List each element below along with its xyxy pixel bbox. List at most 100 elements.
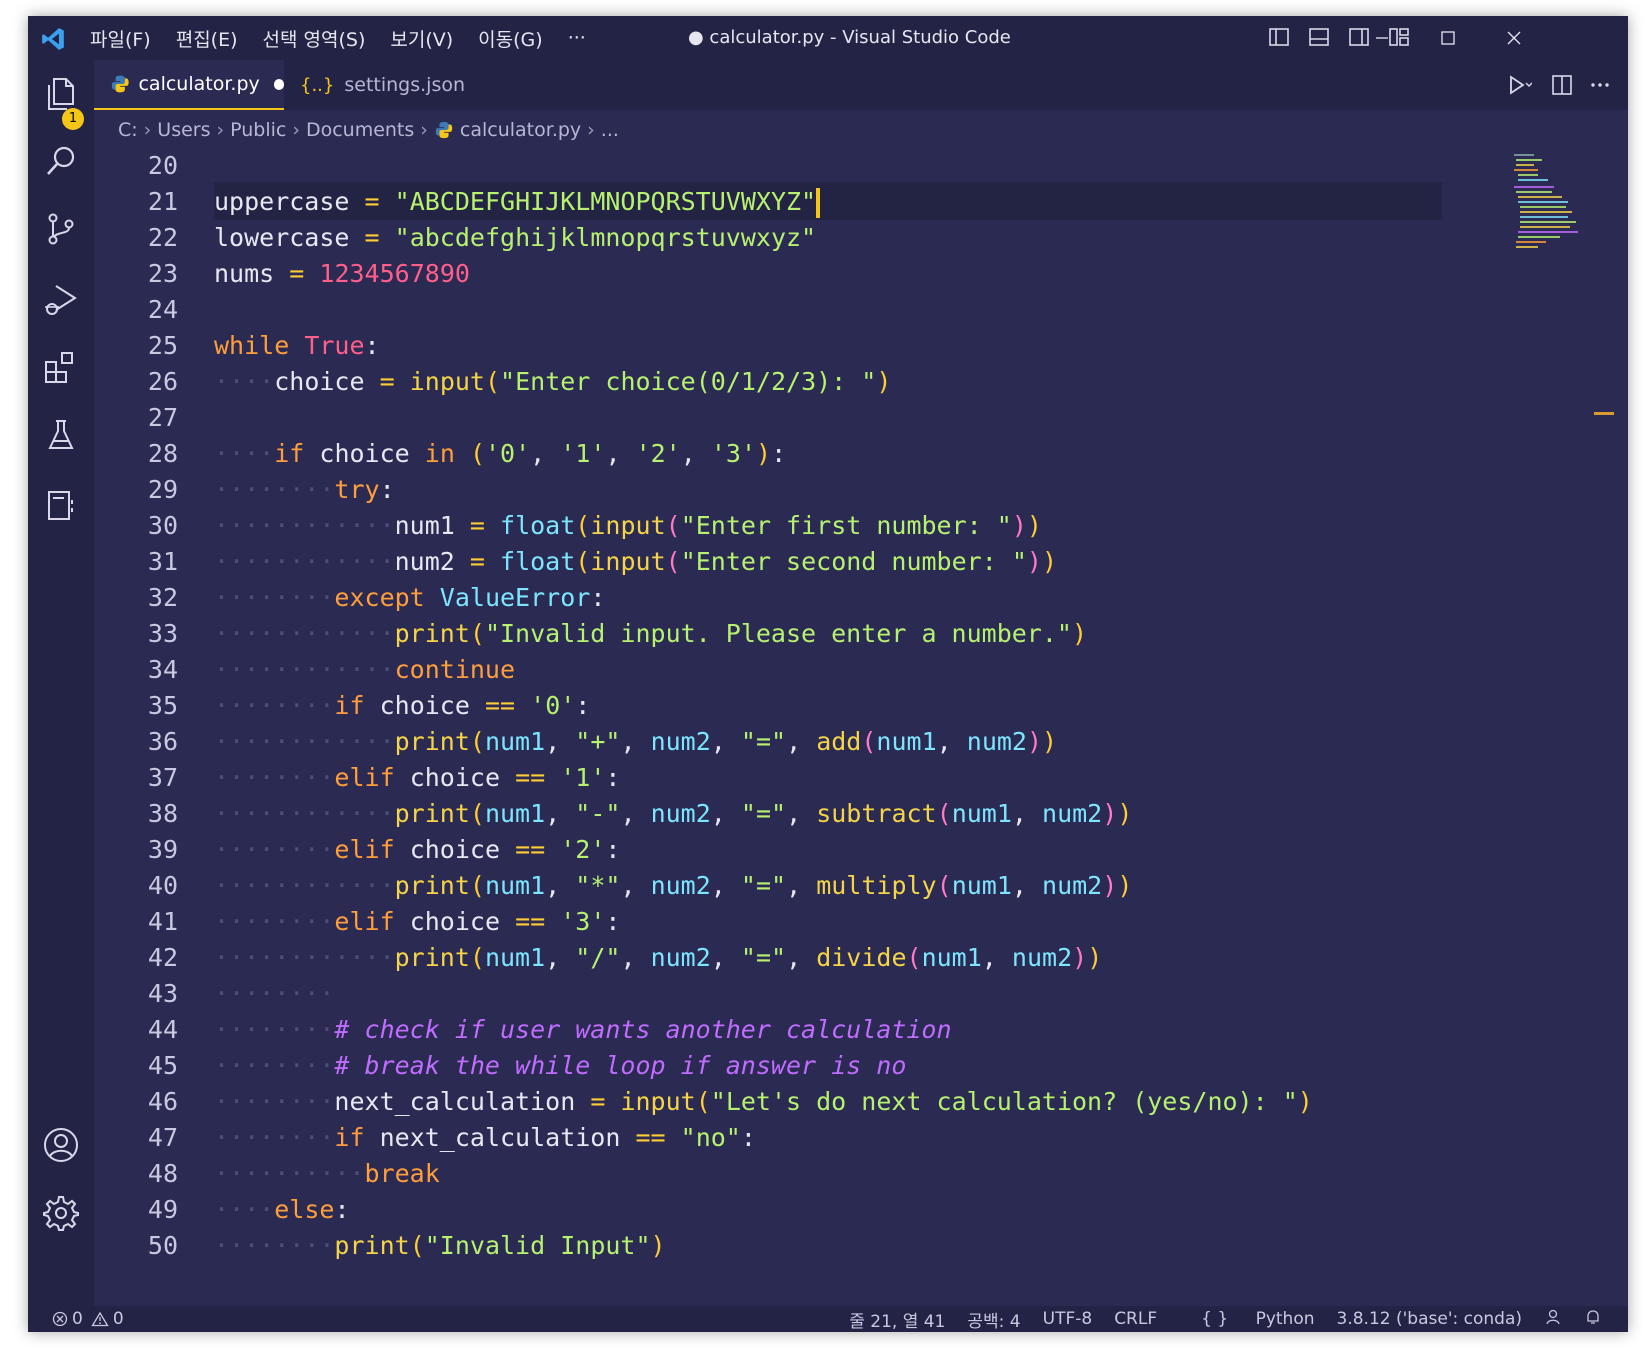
breadcrumb-file[interactable]: calculator.py [460, 119, 581, 141]
vscode-window: 파일(F) 편집(E) 선택 영역(S) 보기(V) 이동(G) ··· ● c… [28, 16, 1628, 1332]
search-icon [47, 146, 75, 175]
code-editor[interactable]: 20 21 22 23 24 25 26 27 28 29 30 31 32 3… [94, 150, 1628, 1306]
source-control-icon [48, 213, 74, 245]
minimize-button[interactable] [1348, 16, 1416, 60]
menu-file[interactable]: 파일(F) [90, 25, 151, 52]
line-number: 32 [147, 583, 178, 612]
chevron-right-icon: › [587, 119, 595, 141]
encoding[interactable]: UTF-8 [1043, 1309, 1093, 1329]
code-line: ········if choice == '0': [214, 691, 591, 720]
tab-settings-json[interactable]: {..} settings.json [284, 60, 474, 110]
remote-explorer-button[interactable] [42, 486, 80, 524]
line-number: 27 [147, 403, 178, 432]
maximize-icon [1441, 31, 1455, 45]
problems-indicator[interactable]: 0 0 [52, 1306, 124, 1332]
menu-bar: 파일(F) 편집(E) 선택 영역(S) 보기(V) 이동(G) ··· [90, 16, 611, 60]
breadcrumb-drive[interactable]: C: [118, 119, 138, 141]
menu-more[interactable]: ··· [568, 27, 586, 49]
line-number: 42 [147, 943, 178, 972]
end-of-line[interactable]: CRLF [1114, 1309, 1157, 1329]
chevron-right-icon: › [216, 119, 225, 141]
line-number: 29 [147, 475, 178, 504]
line-number: 38 [147, 799, 178, 828]
run-file-icon[interactable] [1506, 73, 1532, 97]
account-icon [44, 1128, 78, 1162]
line-number: 45 [147, 1051, 178, 1080]
code-line: nums = 1234567890 [214, 259, 470, 288]
code-line: ············num2 = float(input("Enter se… [214, 547, 1057, 576]
text-cursor [816, 188, 821, 218]
extensions-button[interactable] [42, 348, 80, 386]
menu-go[interactable]: 이동(G) [478, 25, 543, 52]
menu-selection[interactable]: 선택 영역(S) [263, 25, 366, 52]
python-file-icon [111, 75, 129, 93]
notifications-bell-icon[interactable] [1584, 1308, 1602, 1331]
source-control-button[interactable] [42, 210, 80, 248]
breadcrumb-documents[interactable]: Documents [306, 119, 414, 141]
menu-view[interactable]: 보기(V) [390, 25, 453, 52]
explorer-badge: 1 [62, 108, 84, 130]
code-line: ····choice = input("Enter choice(0/1/2/3… [214, 367, 892, 396]
maximize-button[interactable] [1414, 16, 1482, 60]
unsaved-dot-icon[interactable] [273, 78, 284, 90]
indentation[interactable]: 공백: 4 [967, 1307, 1020, 1332]
run-debug-button[interactable] [42, 280, 80, 318]
feedback-icon[interactable] [1544, 1308, 1562, 1331]
breadcrumb-public[interactable]: Public [230, 119, 286, 141]
line-number: 23 [147, 259, 178, 288]
line-number: 46 [147, 1087, 178, 1116]
minimap[interactable] [1512, 150, 1590, 260]
line-number: 47 [147, 1123, 178, 1152]
code-line: ········elif choice == '2': [214, 835, 621, 864]
line-number: 48 [147, 1159, 178, 1188]
code-line: ············print("Invalid input. Please… [214, 619, 1088, 648]
close-button[interactable] [1480, 16, 1548, 60]
line-number: 28 [147, 439, 178, 468]
accounts-button[interactable] [42, 1126, 80, 1164]
line-number: 43 [147, 979, 178, 1008]
python-interpreter[interactable]: 3.8.12 ('base': conda) [1337, 1309, 1522, 1329]
language-mode[interactable]: { } Python [1179, 1309, 1314, 1329]
code-line: ············print(num1, "+", num2, "=", … [214, 727, 1058, 756]
language-label: Python [1255, 1309, 1315, 1329]
activity-bar: 1 [28, 60, 94, 1306]
breadcrumb-users[interactable]: Users [157, 119, 210, 141]
breadcrumb-symbol[interactable]: ... [601, 119, 619, 141]
tab-calculator-py[interactable]: calculator.py [94, 60, 284, 110]
menu-edit[interactable]: 편집(E) [176, 25, 238, 52]
line-number: 37 [147, 763, 178, 792]
line-number: 39 [147, 835, 178, 864]
more-actions-icon[interactable] [1588, 73, 1612, 97]
explorer-button[interactable] [42, 74, 80, 112]
settings-button[interactable] [42, 1194, 80, 1232]
testing-button[interactable] [42, 416, 80, 454]
braces-icon: { } [1201, 1309, 1229, 1329]
chevron-right-icon: › [292, 119, 300, 141]
code-line: ········elif choice == '1': [214, 763, 621, 792]
remote-explorer-icon [48, 491, 73, 520]
line-number: 50 [147, 1231, 178, 1260]
cursor-position[interactable]: 줄 21, 열 41 [849, 1307, 945, 1332]
error-count: 0 [72, 1309, 83, 1329]
line-number: 21 [147, 187, 178, 216]
line-number: 35 [147, 691, 178, 720]
line-number: 41 [147, 907, 178, 936]
code-line: ············print(num1, "-", num2, "=", … [214, 799, 1133, 828]
split-editor-icon[interactable] [1550, 73, 1574, 97]
line-number: 26 [147, 367, 178, 396]
vscode-logo-icon [42, 28, 64, 50]
line-number: 22 [147, 223, 178, 252]
error-icon [52, 1311, 68, 1327]
python-file-icon [435, 121, 453, 139]
code-line: ············num1 = float(input("Enter fi… [214, 511, 1042, 540]
code-line: ········try: [214, 475, 395, 504]
line-number: 36 [147, 727, 178, 756]
code-lines[interactable]: uppercase = "ABCDEFGHIJKLMNOPQRSTUVWXYZ"… [214, 150, 1504, 1306]
line-number: 40 [147, 871, 178, 900]
code-line: ····if choice in ('0', '1', '2', '3'): [214, 439, 787, 468]
toggle-panel-icon[interactable] [1308, 26, 1330, 48]
search-button[interactable] [42, 142, 80, 180]
toggle-primary-sidebar-icon[interactable] [1268, 26, 1290, 48]
files-icon [48, 78, 74, 110]
scrollbar-cursor-marker [1594, 412, 1614, 415]
